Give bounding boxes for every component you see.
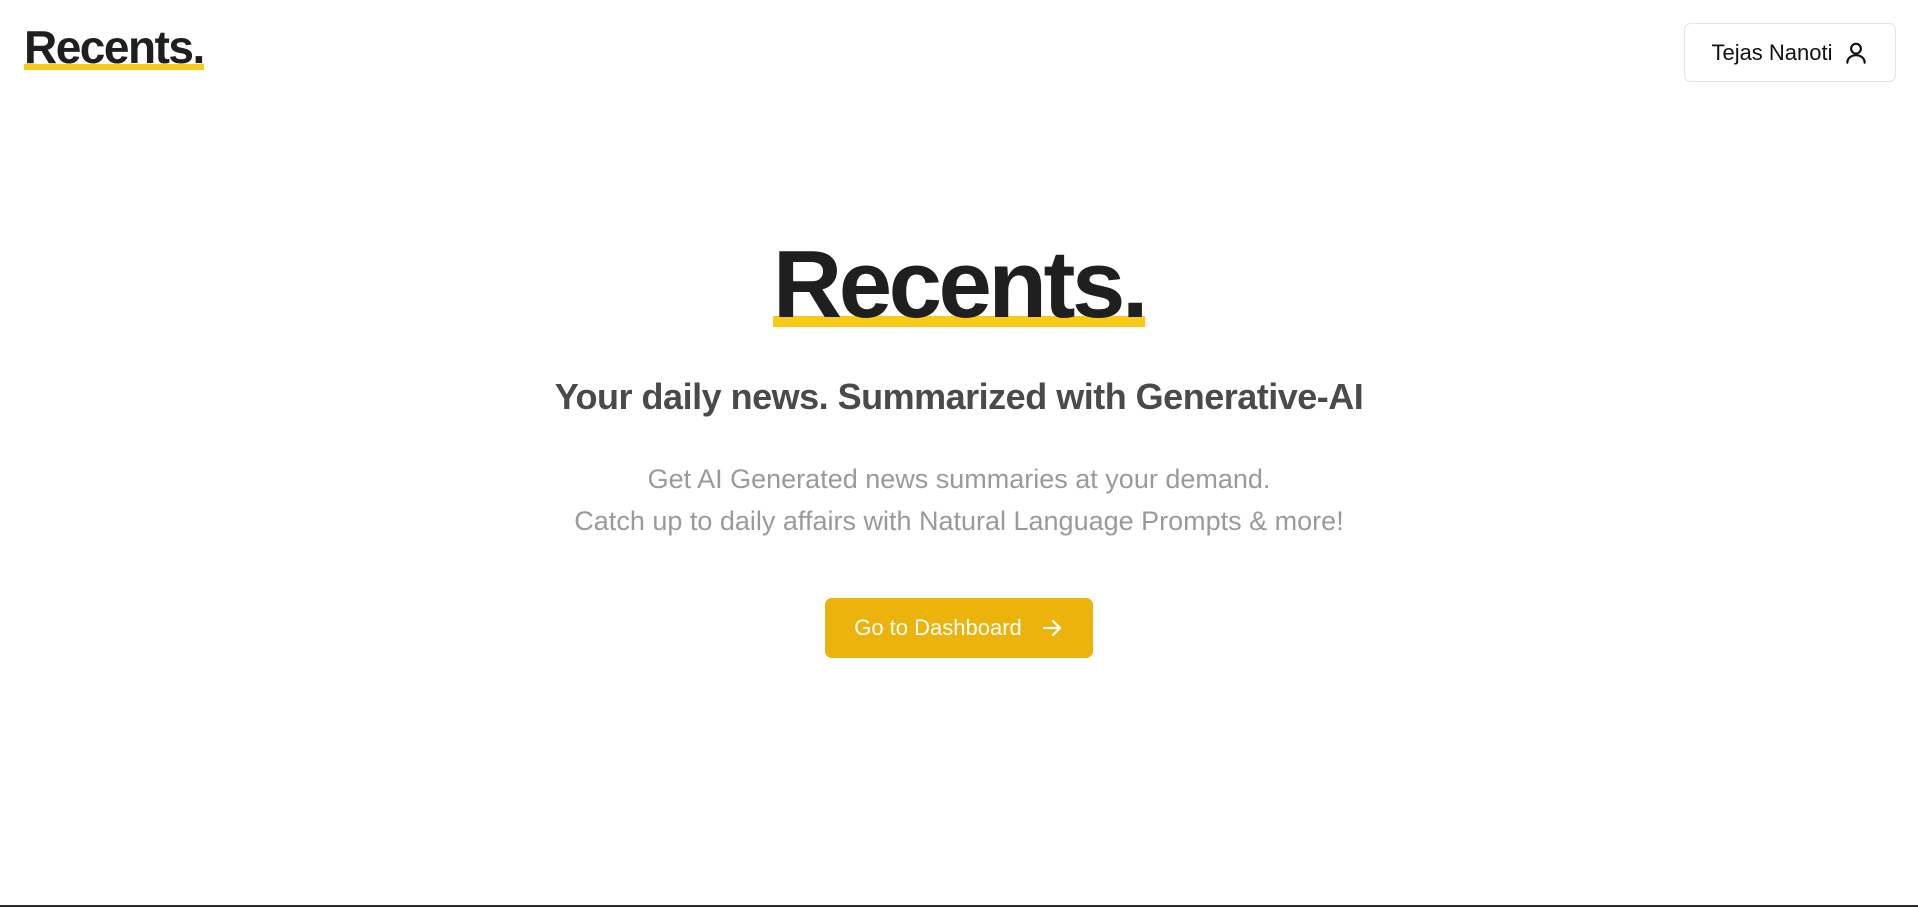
header-logo-link[interactable]: Recents.: [24, 20, 205, 75]
hero-section: Recents. Your daily news. Summarized wit…: [0, 230, 1918, 659]
arrow-right-icon: [1040, 616, 1064, 640]
landing-page: Recents. Tejas Nanoti Recents. Your dail…: [0, 0, 1918, 907]
hero-tagline: Your daily news. Summarized with Generat…: [554, 376, 1364, 418]
hero-description: Get AI Generated news summaries at your …: [0, 458, 1918, 542]
user-account-button[interactable]: Tejas Nanoti: [1684, 23, 1896, 82]
hero-logo-text: Recents.: [772, 231, 1149, 338]
cta-label: Go to Dashboard: [854, 615, 1022, 641]
go-to-dashboard-button[interactable]: Go to Dashboard: [825, 598, 1093, 659]
top-header: Recents. Tejas Nanoti: [0, 0, 1918, 106]
cta-container: Go to Dashboard: [0, 598, 1918, 659]
header-logo-text: Recents.: [24, 21, 205, 73]
user-icon: [1843, 40, 1869, 66]
user-name-label: Tejas Nanoti: [1711, 39, 1833, 65]
description-line-1: Get AI Generated news summaries at your …: [647, 464, 1271, 495]
hero-logo: Recents.: [772, 230, 1149, 340]
description-line-2: Catch up to daily affairs with Natural L…: [574, 506, 1344, 537]
